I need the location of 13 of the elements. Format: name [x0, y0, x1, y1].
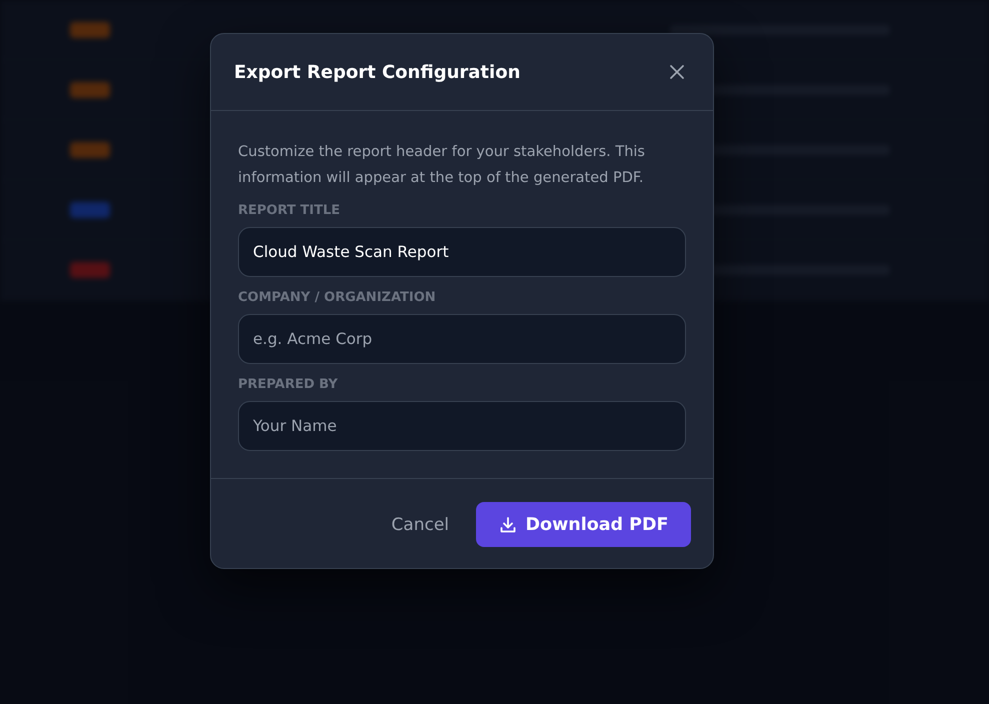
field-label: REPORT TITLE [238, 203, 342, 218]
cancel-button[interactable]: Cancel [391, 514, 449, 534]
input-field[interactable]: e.g. Acme Corp [238, 314, 686, 364]
field-label: PREPARED BY [238, 377, 339, 392]
close-button[interactable] [669, 64, 685, 80]
field-label: COMPANY / ORGANIZATION [238, 290, 437, 305]
input-field[interactable]: Cloud Waste Scan Report [238, 227, 686, 277]
download-button[interactable]: Download PDF [476, 502, 691, 547]
dialog-description: Customize the report header for your stakeholders. This information will appear at the top of the generated PDF. [238, 143, 646, 188]
download-icon [498, 516, 517, 534]
close-icon [669, 64, 685, 80]
input-field[interactable]: Your Name [238, 401, 686, 451]
dialog-title: Export Report Configuration [234, 62, 520, 82]
